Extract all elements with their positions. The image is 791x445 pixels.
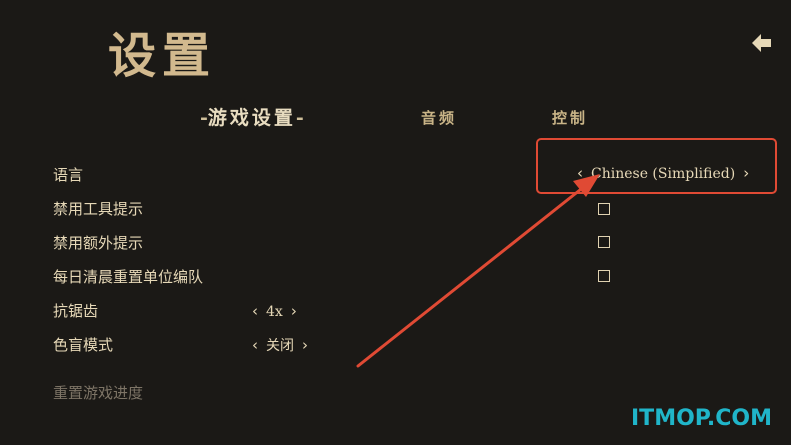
tab-control[interactable]: 控制 xyxy=(552,111,588,126)
chevron-right-icon[interactable]: › xyxy=(302,338,308,353)
tab-active-dash-left: - xyxy=(200,107,208,129)
disable-extra-tips-label: 禁用额外提示 xyxy=(53,234,144,252)
daily-reset-units-label: 每日清晨重置单位编队 xyxy=(53,268,204,286)
tab-game-settings[interactable]: -游戏设置- xyxy=(200,109,304,128)
language-label: 语言 xyxy=(53,166,84,184)
chevron-left-icon[interactable]: ‹ xyxy=(252,338,258,353)
antialiasing-label: 抗锯齿 xyxy=(53,302,99,320)
disable-tool-tips-label: 禁用工具提示 xyxy=(53,200,144,218)
daily-reset-units-checkbox[interactable] xyxy=(598,270,610,282)
tab-audio[interactable]: 音频 xyxy=(421,111,457,126)
colorblind-mode-label: 色盲模式 xyxy=(53,336,114,354)
disable-tool-tips-checkbox[interactable] xyxy=(598,203,610,215)
antialiasing-value: 4x xyxy=(266,303,283,320)
chevron-right-icon[interactable]: › xyxy=(291,304,297,319)
chevron-left-icon[interactable]: ‹ xyxy=(252,304,258,319)
disable-extra-tips-checkbox[interactable] xyxy=(598,236,610,248)
back-arrow-icon[interactable] xyxy=(752,34,772,52)
page-title: 设置 xyxy=(108,28,217,84)
colorblind-mode-value: 关闭 xyxy=(266,337,294,354)
watermark: ITMOP.COM xyxy=(631,406,772,431)
tab-game-settings-label: 游戏设置 xyxy=(207,107,296,129)
annotation-highlight-box xyxy=(536,138,777,194)
tab-active-dash-right: - xyxy=(295,107,304,129)
antialiasing-selector: ‹ 4x › xyxy=(252,304,297,319)
reset-progress-button[interactable]: 重置游戏进度 xyxy=(53,386,143,401)
colorblind-mode-selector: ‹ 关闭 › xyxy=(252,338,308,353)
